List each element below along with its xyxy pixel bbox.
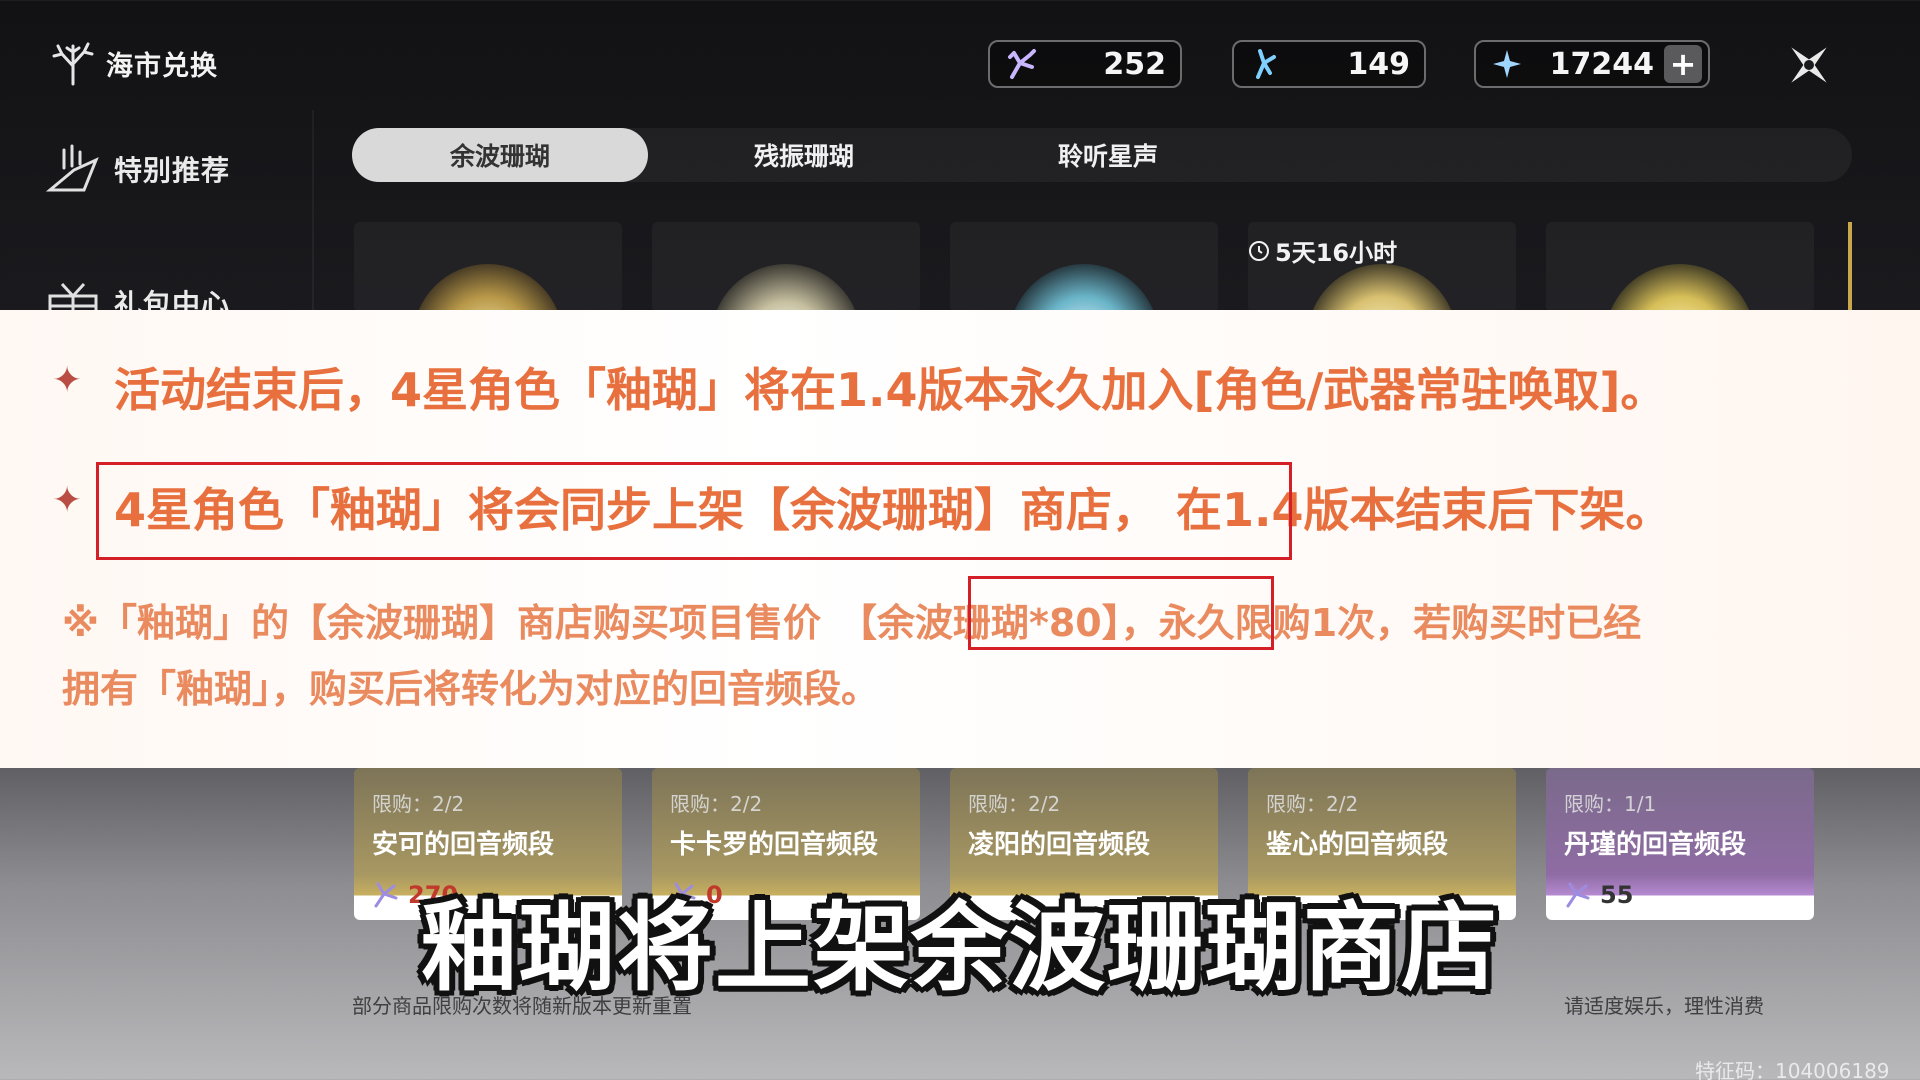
item-orb-image	[1307, 264, 1457, 312]
blue-coral-currency-amount: 149	[1347, 46, 1410, 82]
scrollbar[interactable]	[1848, 222, 1852, 312]
tab-listen-stars[interactable]: 聆听星声	[960, 128, 1256, 182]
star-currency-amount: 17244	[1549, 46, 1654, 82]
notice-line-3: ※「釉瑚」的【余波珊瑚】商店购买项目售价 【余波珊瑚*80】，永久限购1次，若购买…	[62, 592, 1641, 647]
item-card-top[interactable]	[354, 222, 622, 312]
item-name: 丹瑾的回音频段	[1564, 830, 1747, 860]
purchase-limit: 限购：1/1	[1564, 792, 1657, 816]
coral-currency-amount: 252	[1103, 46, 1166, 82]
special-recommend-icon	[45, 144, 99, 192]
sidebar-item-label: 特别推荐	[114, 154, 231, 187]
blue-coral-currency-icon	[1256, 49, 1276, 79]
item-card-top[interactable]	[652, 222, 920, 312]
coral-currency[interactable]: 252	[988, 40, 1182, 88]
item-name: 安可的回音频段	[372, 830, 555, 860]
notice-line-4: 拥有「釉瑚」，购买后将转化为对应的回音频段。	[62, 667, 880, 711]
purchase-limit: 限购：2/2	[372, 792, 465, 816]
coral-icon	[52, 42, 94, 86]
clock-icon	[1249, 240, 1269, 261]
star-bullet-icon: ✦	[52, 360, 83, 401]
notice-line-3-pre: ※「釉瑚」的【余波珊瑚】商店购买项目售价	[62, 601, 821, 645]
item-orb-image	[1009, 264, 1159, 312]
coral-currency-icon	[1008, 49, 1036, 79]
sidebar-item-special[interactable]: 特别推荐	[44, 140, 230, 198]
video-caption: 釉瑚将上架余波珊瑚商店	[421, 892, 1499, 1004]
item-name: 凌阳的回音频段	[968, 830, 1151, 860]
item-card-top[interactable]	[950, 222, 1218, 312]
blue-coral-currency[interactable]: 149	[1232, 40, 1426, 88]
star-currency-icon	[1493, 50, 1521, 78]
notice-line-1: 活动结束后，4星角色「釉瑚」将在1.4版本永久加入[角色/武器常驻唤取]。	[114, 363, 1667, 417]
shop-title: 海市兑换	[50, 40, 218, 86]
highlight-box	[96, 462, 1292, 560]
price-highlight-box	[968, 576, 1274, 650]
star-bullet-icon: ✦	[52, 480, 83, 521]
tab-aftershock-coral[interactable]: 余波珊瑚	[352, 128, 648, 182]
purchase-limit: 限购：2/2	[1266, 792, 1359, 816]
item-orb-image	[711, 264, 861, 312]
close-icon[interactable]	[1780, 36, 1838, 94]
purchase-limit: 限购：2/2	[968, 792, 1061, 816]
tab-afterglow-coral[interactable]: 残振珊瑚	[656, 128, 952, 182]
timer-text: 5天16小时	[1275, 239, 1398, 267]
watermark-id: 特征码：104006189	[1695, 1059, 1890, 1080]
item-name: 卡卡罗的回音频段	[670, 830, 879, 860]
sidebar-divider	[312, 110, 314, 310]
item-orb-image	[1605, 264, 1755, 312]
item-card-top[interactable]	[1546, 222, 1814, 312]
add-currency-button[interactable]: +	[1664, 45, 1702, 83]
item-orb-image	[413, 264, 563, 312]
purchase-limit: 限购：2/2	[670, 792, 763, 816]
announcement-overlay: ✦ 活动结束后，4星角色「釉瑚」将在1.4版本永久加入[角色/武器常驻唤取]。 …	[0, 310, 1920, 768]
limited-time-timer: 5天16小时	[1247, 233, 1397, 268]
star-currency[interactable]: 17244 +	[1474, 40, 1710, 88]
item-name: 鉴心的回音频段	[1266, 830, 1449, 860]
shop-title-text: 海市兑换	[106, 50, 218, 82]
